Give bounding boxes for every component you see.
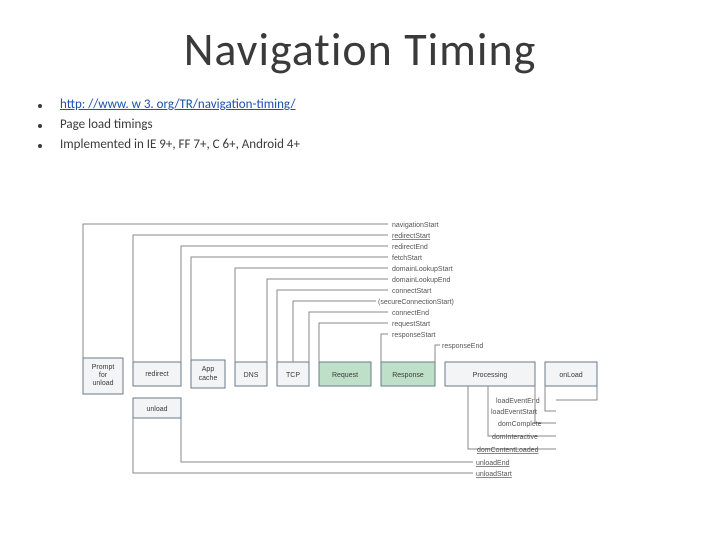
- svg-text:loadEventStart: loadEventStart: [491, 409, 537, 416]
- bullet-item: Page load timings: [38, 115, 300, 135]
- svg-text:Prompt: Prompt: [92, 364, 115, 371]
- svg-text:onLoad: onLoad: [559, 372, 582, 379]
- bullet-icon: [38, 144, 42, 148]
- svg-text:loadEventEnd: loadEventEnd: [496, 398, 540, 405]
- svg-text:unloadEnd: unloadEnd: [476, 460, 510, 467]
- svg-text:responseStart: responseStart: [392, 332, 436, 339]
- svg-text:responseEnd: responseEnd: [442, 343, 483, 350]
- svg-text:Response: Response: [392, 372, 424, 379]
- bullet-text: Page load timings: [60, 115, 153, 135]
- svg-text:fetchStart: fetchStart: [392, 255, 422, 262]
- svg-text:(secureConnectionStart): (secureConnectionStart): [378, 299, 454, 306]
- bullet-icon: [38, 124, 42, 128]
- bullet-list: http: //www. w 3. org/TR/navigation-timi…: [38, 95, 300, 155]
- svg-text:unload: unload: [92, 380, 113, 387]
- svg-text:domainLookupStart: domainLookupStart: [392, 266, 453, 273]
- bullet-icon: [38, 104, 42, 108]
- svg-text:connectStart: connectStart: [392, 288, 431, 295]
- svg-text:unloadStart: unloadStart: [476, 471, 512, 478]
- bullet-item: http: //www. w 3. org/TR/navigation-timi…: [38, 95, 300, 115]
- reference-link[interactable]: http: //www. w 3. org/TR/navigation-timi…: [60, 95, 296, 115]
- bullet-text: Implemented in IE 9+, FF 7+, C 6+, Andro…: [60, 135, 300, 155]
- svg-text:redirectEnd: redirectEnd: [392, 244, 428, 251]
- svg-text:DNS: DNS: [244, 372, 259, 379]
- svg-text:TCP: TCP: [286, 372, 300, 379]
- bullet-item: Implemented in IE 9+, FF 7+, C 6+, Andro…: [38, 135, 300, 155]
- slide: Navigation Timing http: //www. w 3. org/…: [0, 0, 720, 540]
- svg-text:domComplete: domComplete: [498, 421, 542, 428]
- svg-text:Request: Request: [332, 372, 358, 379]
- svg-text:requestStart: requestStart: [392, 321, 430, 328]
- svg-text:connectEnd: connectEnd: [392, 310, 429, 317]
- svg-text:domInteractive: domInteractive: [492, 434, 538, 441]
- svg-text:navigationStart: navigationStart: [392, 222, 439, 229]
- svg-text:App: App: [202, 366, 215, 373]
- svg-text:redirect: redirect: [145, 371, 168, 378]
- svg-text:domContentLoaded: domContentLoaded: [477, 447, 539, 454]
- svg-text:cache: cache: [199, 375, 218, 382]
- svg-text:redirectStart: redirectStart: [392, 233, 430, 240]
- svg-text:domainLookupEnd: domainLookupEnd: [392, 277, 450, 284]
- slide-title: Navigation Timing: [0, 22, 720, 78]
- svg-text:for: for: [99, 372, 108, 379]
- svg-text:Processing: Processing: [473, 372, 508, 379]
- timing-diagram: Prompt for unload redirect unload App ca…: [78, 210, 638, 480]
- svg-text:unload: unload: [146, 406, 167, 413]
